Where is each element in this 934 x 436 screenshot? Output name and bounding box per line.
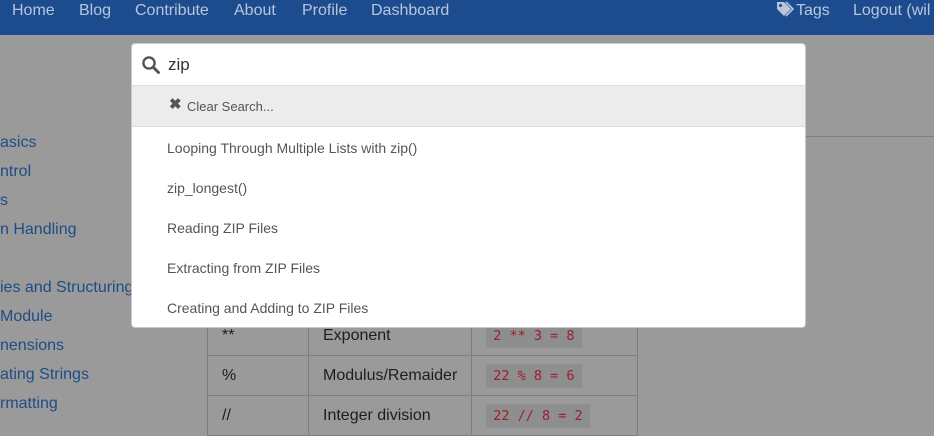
search-result-item[interactable]: Reading ZIP Files: [167, 219, 278, 237]
operators-table: ** Exponent 2 ** 3 = 8 % Modulus/Remaide…: [207, 315, 638, 436]
nav-profile-link[interactable]: Profile: [302, 1, 347, 21]
sidebar-item[interactable]: rmatting: [0, 394, 58, 414]
sidebar-item[interactable]: asics: [0, 133, 36, 153]
tag-icon: [776, 1, 795, 23]
sidebar-item[interactable]: ating Strings: [0, 365, 89, 385]
sidebar-item[interactable]: s: [0, 191, 8, 211]
description-cell: Modulus/Remaider: [307, 355, 473, 396]
top-navbar: Home Blog Contribute About Profile Dashb…: [0, 0, 934, 35]
nav-tags-link[interactable]: Tags: [776, 1, 830, 23]
search-result-item[interactable]: zip_longest(): [167, 179, 247, 197]
search-result-item[interactable]: Extracting from ZIP Files: [167, 259, 320, 277]
nav-blog-link[interactable]: Blog: [79, 1, 111, 21]
nav-contribute-link[interactable]: Contribute: [135, 1, 209, 21]
search-result-item[interactable]: Creating and Adding to ZIP Files: [167, 299, 368, 317]
search-bar: [132, 44, 805, 85]
nav-dashboard-link[interactable]: Dashboard: [371, 1, 449, 21]
example-cell: 22 % 8 = 6: [471, 355, 638, 396]
search-result-item[interactable]: Looping Through Multiple Lists with zip(…: [167, 139, 417, 157]
operator-cell: %: [207, 355, 309, 396]
sidebar-item[interactable]: ntrol: [0, 162, 31, 182]
nav-home-link[interactable]: Home: [12, 1, 55, 21]
content-divider: [805, 136, 934, 137]
code-example: 22 % 8 = 6: [486, 363, 582, 388]
clear-search-button[interactable]: ✖ Clear Search...: [132, 85, 805, 127]
clear-search-label: Clear Search...: [187, 99, 274, 114]
nav-tags-label: Tags: [796, 2, 830, 19]
sidebar-item[interactable]: ies and Structuring: [0, 278, 133, 298]
sidebar-item[interactable]: nensions: [0, 336, 64, 356]
table-row: % Modulus/Remaider 22 % 8 = 6: [207, 355, 638, 396]
search-icon: [141, 55, 161, 75]
sidebar-item[interactable]: n Handling: [0, 220, 77, 240]
close-icon: ✖: [169, 96, 182, 113]
sidebar-item[interactable]: Module: [0, 307, 52, 327]
search-dropdown: ✖ Clear Search... Looping Through Multip…: [131, 43, 806, 328]
nav-about-link[interactable]: About: [234, 1, 276, 21]
search-input[interactable]: [168, 53, 788, 77]
nav-logout-link[interactable]: Logout (wil: [853, 1, 930, 21]
